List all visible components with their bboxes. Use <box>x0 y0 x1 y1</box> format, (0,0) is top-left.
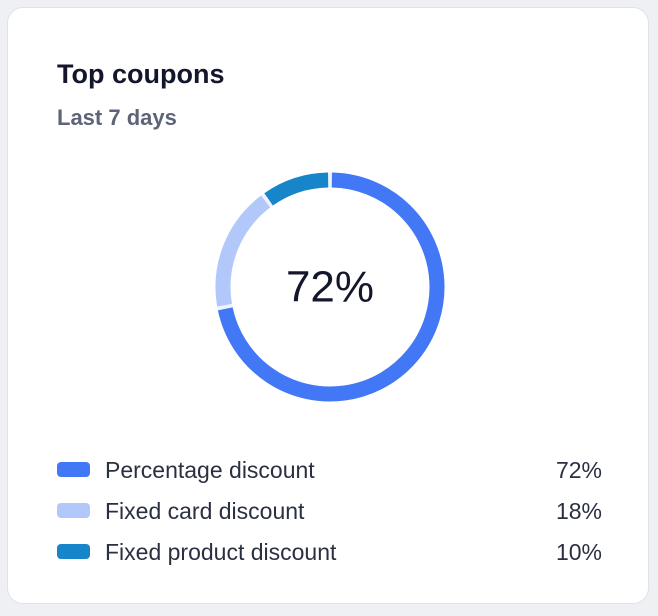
chart-legend: Percentage discount 72% Fixed card discoun… <box>57 449 602 572</box>
donut-slice-2[interactable] <box>264 172 329 206</box>
donut-chart-svg: 72% <box>215 172 445 402</box>
legend-value: 72% <box>555 456 602 483</box>
legend-item[interactable]: Fixed card discount 18% <box>57 490 602 531</box>
card-subtitle: Last 7 days <box>57 105 177 130</box>
legend-swatch <box>57 544 90 559</box>
legend-swatch <box>57 503 90 518</box>
legend-item[interactable]: Fixed product discount 10% <box>57 531 602 572</box>
legend-label: Fixed card discount <box>105 497 305 524</box>
donut-chart: 72% <box>213 170 447 404</box>
legend-swatch <box>57 462 90 477</box>
legend-item[interactable]: Percentage discount 72% <box>57 449 602 490</box>
legend-value: 10% <box>555 538 602 565</box>
top-coupons-card: Top coupons Last 7 days 72% Percentage d… <box>7 7 649 604</box>
card-title: Top coupons <box>57 59 225 89</box>
legend-value: 18% <box>555 497 602 524</box>
legend-label: Percentage discount <box>105 456 315 483</box>
legend-label: Fixed product discount <box>105 538 337 565</box>
donut-slice-1[interactable] <box>215 195 271 307</box>
donut-center-value: 72% <box>286 263 374 312</box>
